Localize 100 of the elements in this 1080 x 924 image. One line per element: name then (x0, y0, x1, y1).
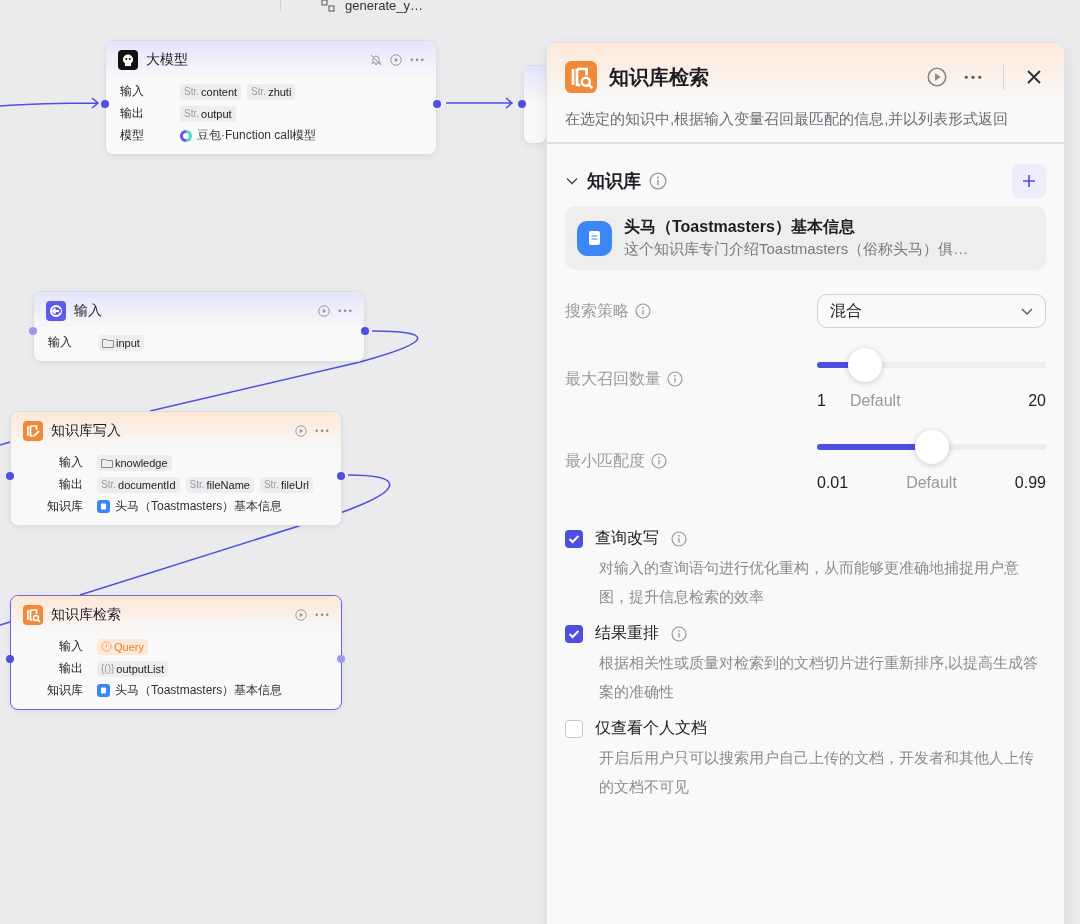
folder-icon (101, 457, 113, 468)
folder-icon (102, 337, 114, 348)
variable-tag: Str. documentId (97, 476, 180, 493)
search-document-icon (565, 61, 597, 93)
info-icon[interactable] (651, 453, 667, 469)
option-label: 查询改写 (595, 528, 659, 548)
slider-default: Default (906, 474, 957, 492)
variable-tag: Str. output (180, 105, 236, 122)
option-description: 根据相关性或质量对检索到的文档切片进行重新排序,以提高生成答案的准确性 (598, 653, 1040, 702)
slider-thumb[interactable] (914, 430, 949, 464)
field-label: 最小匹配度 (565, 450, 645, 471)
bell-off-icon[interactable] (370, 54, 382, 66)
knowledge-title: 头马（Toastmasters）基本信息 (624, 217, 856, 237)
option-label: 结果重排 (595, 623, 659, 643)
play-icon[interactable] (390, 54, 402, 66)
checkbox[interactable] (565, 529, 583, 548)
field-value: 头马（Toastmasters）基本信息 (115, 498, 283, 515)
workflow-icon (321, 0, 335, 12)
document-icon (97, 684, 110, 697)
document-icon (97, 500, 110, 513)
info-icon[interactable] (671, 530, 687, 547)
field-label: 最大召回数量 (565, 368, 661, 389)
type-prefix: Str. (263, 479, 279, 490)
panel-description: 在选定的知识中,根据输入变量召回最匹配的信息,并以列表形式返回 (565, 109, 1010, 129)
panel-title: 知识库检索 (609, 64, 710, 90)
node-title: 知识库检索 (51, 606, 122, 624)
warning-icon (101, 641, 112, 652)
variable-tag: knowledge (97, 454, 172, 471)
edit-document-icon (23, 421, 43, 441)
connector-line (0, 441, 11, 446)
connection-port[interactable] (337, 472, 345, 480)
play-icon[interactable] (295, 425, 307, 437)
connector-line (0, 621, 11, 626)
field-label: 知识库 (46, 498, 84, 515)
more-icon[interactable] (338, 309, 352, 313)
info-icon[interactable] (671, 625, 687, 642)
connection-port[interactable] (6, 655, 14, 663)
info-icon[interactable] (635, 303, 651, 319)
variable-tag: Str. content (180, 83, 242, 100)
type-prefix: Str. (251, 86, 267, 97)
variable-tag: input (98, 334, 144, 351)
connection-port[interactable] (518, 100, 526, 108)
slider-max: 0.99 (1014, 474, 1046, 492)
field-label: 输入 (120, 83, 145, 100)
checkbox[interactable] (565, 719, 583, 738)
entry-icon (46, 301, 66, 321)
type-prefix: Str. (101, 479, 116, 490)
play-icon[interactable] (295, 609, 307, 621)
connection-port[interactable] (361, 327, 369, 335)
field-label: 模型 (120, 127, 145, 144)
slider-max: 20 (1028, 392, 1046, 410)
info-icon[interactable] (667, 371, 683, 387)
connection-port[interactable] (337, 655, 345, 663)
robot-icon (118, 50, 138, 70)
checkmark-icon (568, 628, 580, 639)
type-prefix: Str. (189, 479, 205, 490)
type-prefix: {()} (101, 663, 115, 674)
checkbox[interactable] (565, 624, 583, 643)
model-logo-icon (180, 128, 192, 143)
connection-port[interactable] (433, 100, 441, 108)
option-label: 仅查看个人文档 (595, 718, 707, 738)
workflow-node[interactable]: 输入 输入 input (33, 291, 365, 362)
play-icon[interactable] (318, 305, 330, 317)
strategy-select[interactable]: 混合 (817, 294, 1046, 328)
knowledge-card[interactable]: 头马（Toastmasters）基本信息 这个知识库专门介绍Toastmasters（俗称头马）俱… (565, 206, 1046, 270)
plus-icon (1022, 174, 1036, 188)
checkmark-icon (568, 533, 580, 544)
more-icon[interactable] (315, 429, 329, 433)
option-description: 开启后用户只可以搜索用户自己上传的文档，开发者和其他人上传的文档不可见 (598, 748, 1035, 797)
search-document-icon (23, 605, 43, 625)
add-button[interactable] (1012, 164, 1046, 198)
slider-min: 0.01 (817, 474, 849, 492)
workflow-node[interactable]: 知识库检索 输入 Query 输出 {()} outputList 知识库 头马（Toastmasters）基本信息 (10, 595, 342, 710)
document-icon (577, 220, 612, 256)
variable-tag: Str. fileName (185, 476, 254, 493)
workflow-node[interactable]: 知识库写入 输入 knowledge 输出 Str. documentId Str. fileName Str. fileUrl 知识库 头马（Toastmasters）基本信息 (10, 411, 342, 526)
field-label: 输入 (58, 454, 84, 471)
more-icon[interactable] (410, 58, 424, 62)
connection-port[interactable] (29, 327, 37, 335)
connector-arrow (445, 97, 514, 109)
more-icon[interactable] (964, 74, 982, 80)
type-prefix: Str. (184, 86, 199, 97)
info-icon[interactable] (649, 172, 667, 190)
field-value: 头马（Toastmasters）基本信息 (115, 682, 283, 699)
field-label: 输出 (58, 476, 84, 493)
field-label: 输入 (48, 334, 73, 351)
top-tab[interactable]: generate_y… (345, 0, 424, 12)
node-title: 输入 (74, 302, 103, 320)
field-label: 输入 (58, 638, 84, 655)
workflow-node[interactable] (523, 65, 547, 144)
connection-port[interactable] (6, 472, 14, 480)
node-title: 知识库写入 (51, 422, 122, 440)
more-icon[interactable] (315, 613, 329, 617)
option-description: 对输入的查询语句进行优化重构，从而能够更准确地捕捉用户意图，提升信息检索的效率 (598, 558, 1020, 607)
type-prefix: Str. (184, 108, 199, 119)
workflow-node[interactable]: 大模型 输入 Str. content Str. zhuti 输出 Str. output 模型 豆包·Function call模型 (105, 40, 437, 155)
field-label: 搜索策略 (565, 300, 629, 321)
field-label: 知识库 (46, 682, 84, 699)
connection-port[interactable] (101, 100, 109, 108)
slider-thumb[interactable] (848, 348, 883, 382)
